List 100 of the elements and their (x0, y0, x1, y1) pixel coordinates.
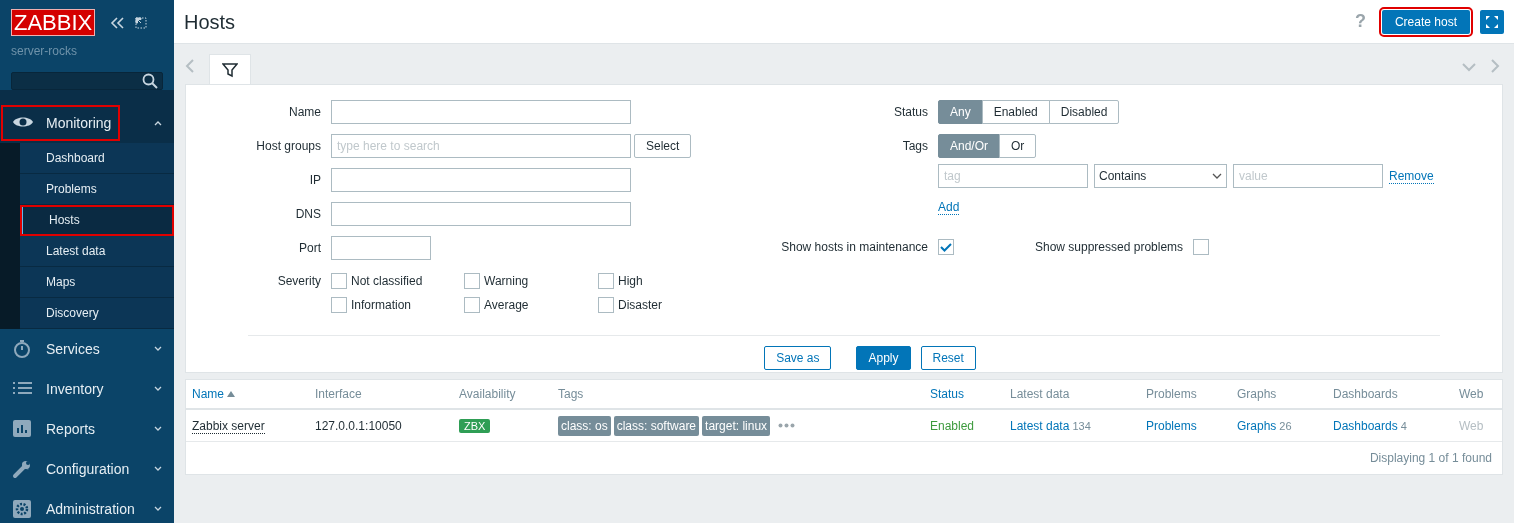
more-icon[interactable] (778, 423, 796, 428)
tag: target: linux (702, 415, 771, 436)
search-icon (142, 73, 158, 89)
segment-button[interactable]: Or (999, 134, 1037, 158)
checkbox-label: Information (351, 297, 412, 314)
menu-item[interactable]: Services (12, 333, 100, 365)
count: 4 (1400, 418, 1407, 434)
field-label: Status (893, 105, 928, 119)
segment-button[interactable]: Enabled (981, 100, 1050, 124)
search-field[interactable] (11, 72, 163, 90)
column-header: Dashboards (1333, 386, 1398, 403)
column-header: Latest data (1010, 386, 1070, 403)
checkmark-icon (940, 242, 952, 252)
column-header[interactable]: Status (930, 385, 965, 403)
dashboards-link[interactable]: Dashboards (1333, 416, 1398, 435)
logo: ZABBIX (11, 9, 96, 36)
checkbox[interactable] (938, 239, 954, 255)
field-label: Severity (277, 274, 321, 288)
submenu-item[interactable]: Hosts (20, 205, 174, 236)
filter-button[interactable]: Reset (920, 346, 976, 370)
field-label: IP (309, 173, 321, 187)
field-label: Port (299, 241, 321, 255)
chevron-left-icon[interactable] (185, 59, 195, 73)
column-header: Problems (1146, 386, 1197, 403)
availability-badge: ZBX (459, 418, 491, 433)
caret-down-icon[interactable] (154, 386, 162, 392)
column-header: Web (1459, 386, 1484, 403)
input-field[interactable] (331, 236, 431, 260)
tag: class: os (558, 415, 611, 436)
field-label: DNS (295, 207, 321, 221)
checkbox[interactable] (464, 297, 480, 313)
checkbox[interactable] (464, 273, 480, 289)
input-field[interactable] (331, 100, 631, 124)
fullscreen-button[interactable] (1480, 9, 1504, 34)
column-header: Interface (315, 386, 362, 403)
menu-item[interactable]: Configuration (12, 453, 130, 485)
checkbox[interactable] (331, 297, 347, 313)
input-field[interactable] (331, 202, 631, 226)
checkbox[interactable] (598, 297, 614, 313)
count: 134 (1072, 418, 1091, 434)
search-field[interactable]: type here to search (331, 134, 631, 158)
caret-up-icon[interactable] (154, 120, 162, 126)
latest-data-link[interactable]: Latest data (1010, 416, 1070, 435)
value-field[interactable]: value (1233, 164, 1383, 188)
collapse-icon[interactable] (109, 15, 126, 30)
checkbox-label: High (618, 273, 643, 290)
field-label: Name (289, 105, 321, 119)
caret-down-icon[interactable] (154, 466, 162, 472)
web-link: Web (1459, 418, 1484, 433)
menu-item[interactable]: Monitoring (3, 107, 119, 139)
page-title: Hosts (184, 9, 236, 35)
submenu-item[interactable]: Dashboard (20, 143, 174, 174)
gear-icon (12, 499, 34, 519)
checkbox-label: Disaster (618, 297, 662, 314)
checkbox[interactable] (331, 273, 347, 289)
checkbox-label: Show suppressed problems (1035, 239, 1184, 256)
fullscreen-icon (1485, 14, 1499, 29)
add-link[interactable]: Add (938, 200, 960, 215)
menu-item[interactable]: Inventory (12, 373, 104, 405)
submenu-item[interactable]: Discovery (20, 298, 174, 329)
checkbox-label: Not classified (351, 273, 423, 290)
server-name: server-rocks (10, 43, 78, 60)
problems-link[interactable]: Problems (1146, 416, 1197, 435)
host-name-link[interactable]: Zabbix server (192, 418, 265, 434)
create-host-button[interactable]: Create host (1381, 9, 1470, 34)
column-header: Availability (459, 386, 516, 403)
caret-down-icon[interactable] (154, 346, 162, 352)
checkbox-label: Warning (484, 273, 529, 290)
menu-item[interactable]: Reports (12, 413, 96, 445)
column-header: Graphs (1237, 386, 1277, 403)
remove-link[interactable]: Remove (1389, 168, 1434, 184)
select-button[interactable]: Select (634, 134, 692, 158)
submenu-item[interactable]: Maps (20, 267, 174, 298)
menu-item[interactable]: Administration (12, 493, 135, 523)
checkbox-label: Show hosts in maintenance (781, 239, 928, 256)
tag-field[interactable]: tag (938, 164, 1088, 188)
status-link[interactable]: Enabled (930, 418, 975, 433)
input-field[interactable] (331, 168, 631, 192)
bar-chart-icon (12, 419, 34, 439)
caret-down-icon[interactable] (154, 426, 162, 432)
chevron-right-icon[interactable] (1490, 59, 1500, 73)
checkbox[interactable] (598, 273, 614, 289)
operator-dropdown[interactable]: Contains (1094, 164, 1227, 188)
chevron-down-icon[interactable] (1462, 62, 1476, 72)
field-label: Host groups (256, 139, 321, 153)
caret-down-icon[interactable] (154, 506, 162, 512)
column-header[interactable]: Name (192, 385, 224, 403)
segment-button[interactable]: Disabled (1048, 100, 1120, 124)
caret-down-icon (1212, 172, 1222, 180)
tag: class: software (613, 415, 700, 436)
checkbox-label: Average (484, 297, 529, 314)
submenu-item[interactable]: Latest data (20, 236, 174, 267)
filter-button[interactable]: Apply (856, 346, 911, 370)
filter-icon (222, 61, 238, 78)
filter-tab[interactable] (209, 54, 251, 84)
filter-button[interactable]: Save as (764, 346, 832, 370)
column-header: Tags (558, 386, 584, 403)
checkbox[interactable] (1193, 239, 1210, 255)
graphs-link[interactable]: Graphs (1237, 416, 1277, 435)
count: 26 (1279, 418, 1292, 434)
